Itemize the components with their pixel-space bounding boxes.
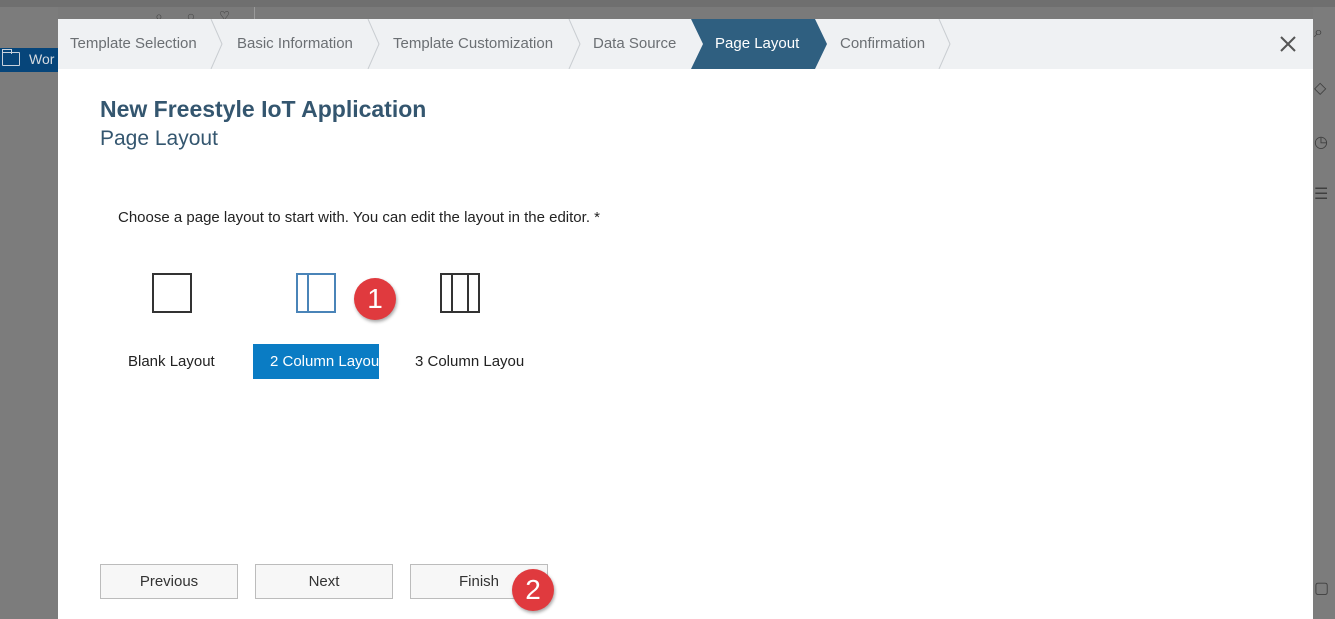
previous-button[interactable]: Previous — [100, 564, 238, 599]
step-label: Template Customization — [393, 35, 554, 52]
step-template-selection[interactable]: Template Selection — [58, 19, 213, 69]
list-icon: ☰ — [1314, 186, 1329, 203]
step-label: Page Layout — [715, 35, 800, 52]
step-template-customization[interactable]: Template Customization — [381, 19, 571, 69]
step-label: Confirmation — [840, 35, 926, 52]
step-confirmation[interactable]: Confirmation — [828, 19, 943, 69]
page-title: New Freestyle IoT Application — [100, 96, 427, 122]
annotation-badge-1: 1 — [354, 278, 396, 320]
history-icon: ◷ — [1314, 134, 1328, 151]
app-left-pane — [0, 7, 58, 619]
step-separator-icon — [568, 19, 581, 69]
layout-instruction: Choose a page layout to start with. You … — [118, 209, 600, 226]
step-separator-icon — [367, 19, 380, 69]
step-basic-information[interactable]: Basic Information — [225, 19, 370, 69]
app-topbar — [0, 0, 1335, 7]
layout-option-two-column[interactable]: 2 Column Layout — [253, 344, 379, 379]
step-data-source[interactable]: Data Source — [581, 19, 693, 69]
wizard-steps: Template Selection Basic Information Tem… — [58, 19, 1313, 69]
three-column-layout-icon[interactable] — [440, 273, 480, 313]
step-label: Template Selection — [70, 35, 197, 52]
layout-option-blank[interactable]: Blank Layout — [128, 344, 228, 379]
tag-icon: ◇ — [1314, 80, 1327, 97]
layout-option-three-column[interactable]: 3 Column Layout — [415, 344, 524, 379]
workspace-tab: Wor — [0, 48, 58, 72]
close-icon[interactable] — [1278, 34, 1298, 54]
workspace-tab-label: Wor — [29, 51, 55, 67]
step-label: Data Source — [593, 35, 677, 52]
folder-icon — [2, 49, 20, 66]
page-subtitle: Page Layout — [100, 127, 218, 150]
annotation-badge-2: 2 — [512, 569, 554, 611]
step-separator-icon — [938, 19, 951, 69]
two-column-layout-icon[interactable] — [296, 273, 336, 313]
app-right-pane — [1313, 7, 1335, 619]
blank-layout-icon[interactable] — [152, 273, 192, 313]
search-icon: ⌕ — [1314, 24, 1323, 41]
toolbar-divider — [254, 7, 255, 19]
wizard-dialog: Template Selection Basic Information Tem… — [58, 19, 1313, 619]
window-icon: ▢ — [1314, 580, 1330, 597]
step-separator-icon — [210, 19, 223, 69]
step-page-layout[interactable]: Page Layout — [691, 19, 829, 69]
next-button[interactable]: Next — [255, 564, 393, 599]
step-label: Basic Information — [237, 35, 353, 52]
